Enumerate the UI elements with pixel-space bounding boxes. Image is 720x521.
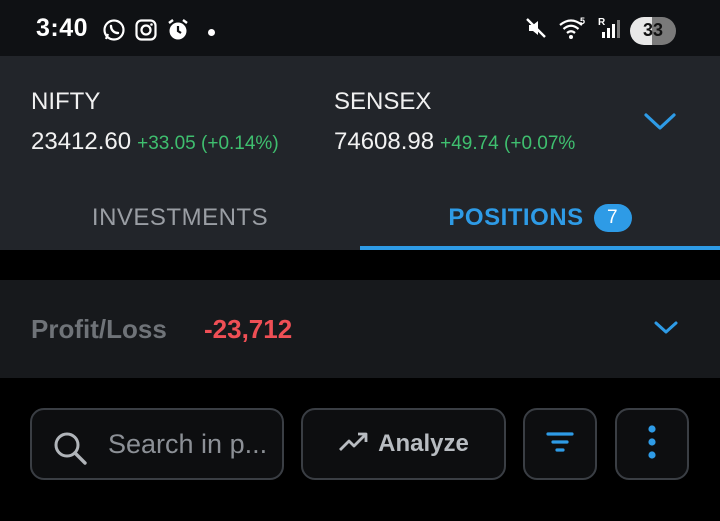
chevron-down-icon[interactable] xyxy=(642,110,678,139)
index-change: +33.05 (+0.14%) xyxy=(137,133,279,154)
status-bar: 3:40 5 R 33 xyxy=(0,0,720,56)
mute-icon xyxy=(524,16,548,45)
signal-icon: R xyxy=(598,16,620,45)
tab-positions[interactable]: POSITIONS 7 xyxy=(360,186,720,250)
dot-icon xyxy=(208,29,215,36)
index-sensex[interactable]: SENSEX 74608.98 +49.74 (+0.07% xyxy=(334,88,575,156)
more-vertical-icon xyxy=(647,424,657,465)
tab-label: POSITIONS xyxy=(448,204,584,231)
instagram-icon xyxy=(134,18,158,47)
system-icons: 5 R 33 xyxy=(524,16,676,45)
wifi-icon: 5 xyxy=(558,16,588,45)
search-input[interactable]: Search in p... xyxy=(30,408,284,480)
trending-up-icon xyxy=(338,430,370,459)
tab-investments[interactable]: INVESTMENTS xyxy=(0,186,360,250)
holdings-tabs: INVESTMENTS POSITIONS 7 xyxy=(0,186,720,250)
search-icon xyxy=(52,430,88,471)
index-change: +49.74 (+0.07% xyxy=(440,133,576,154)
positions-count-badge: 7 xyxy=(593,204,632,232)
pnl-label: Profit/Loss xyxy=(31,314,167,344)
more-options-button[interactable] xyxy=(615,408,689,480)
index-name: NIFTY xyxy=(31,88,101,115)
app-screen: 3:40 5 R 33 NIFTY 23412.60 +33.05 (+0.14… xyxy=(0,0,720,521)
index-nifty[interactable]: NIFTY 23412.60 +33.05 (+0.14%) xyxy=(31,88,279,156)
index-value: 74608.98 xyxy=(334,128,435,155)
tab-label: INVESTMENTS xyxy=(91,204,269,231)
filter-icon xyxy=(546,430,574,459)
analyze-button[interactable]: Analyze xyxy=(301,408,506,480)
filter-button[interactable] xyxy=(523,408,597,480)
battery-indicator: 33 xyxy=(630,16,676,45)
alarm-icon xyxy=(166,18,190,47)
status-time: 3:40 xyxy=(36,14,89,42)
active-tab-indicator xyxy=(360,246,720,250)
notification-icons xyxy=(102,18,215,47)
index-name: SENSEX xyxy=(334,88,432,115)
analyze-label: Analyze xyxy=(378,430,469,457)
index-value: 23412.60 xyxy=(31,128,132,155)
market-indices-panel: NIFTY 23412.60 +33.05 (+0.14%) SENSEX 746… xyxy=(0,56,720,250)
svg-text:R: R xyxy=(598,17,606,28)
chevron-down-icon[interactable] xyxy=(652,318,680,343)
pnl-value: -23,712 xyxy=(204,314,293,344)
search-placeholder: Search in p... xyxy=(108,429,268,459)
whatsapp-icon xyxy=(102,18,126,47)
svg-text:5: 5 xyxy=(580,16,585,26)
profit-loss-summary[interactable]: Profit/Loss -23,712 xyxy=(0,280,720,378)
